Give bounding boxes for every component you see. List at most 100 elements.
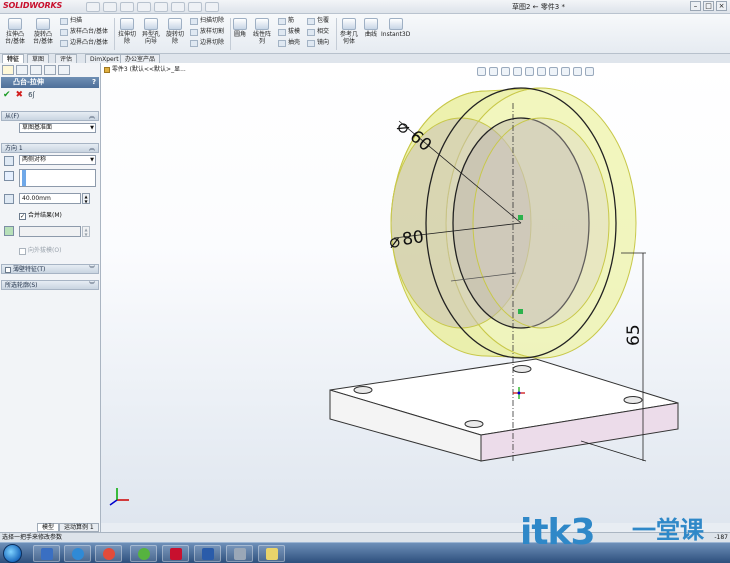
sweep-button[interactable]: 扫描: [60, 17, 82, 25]
handle-green[interactable]: [518, 309, 523, 314]
checkbox-unchecked-icon: [19, 247, 26, 255]
view-triad-icon: [109, 488, 129, 506]
rib-button[interactable]: 筋: [278, 17, 294, 25]
print-icon[interactable]: [137, 2, 151, 12]
maximize-button[interactable]: □: [703, 1, 714, 11]
command-tabs: 特征 草图 评估 DimXpert 办公室产品: [0, 54, 730, 63]
lofted-cut-button[interactable]: 放样切割: [190, 28, 224, 36]
graphics-area[interactable]: 零件3 (默认<<默认>_显... ⌀ 60 ⌀ 80 65: [101, 63, 730, 523]
loft-boss-button[interactable]: 放样凸台/基体: [60, 28, 108, 36]
app-icon: [234, 548, 246, 560]
cancel-x-icon[interactable]: ✖: [16, 91, 24, 100]
reverse-direction-icon[interactable]: [4, 156, 14, 166]
ribbon-separator: [336, 18, 337, 50]
wrap-button[interactable]: 包覆: [307, 17, 329, 25]
draft-on-off-icon[interactable]: [4, 226, 14, 236]
taskbar-app-1[interactable]: [33, 545, 60, 562]
model-view[interactable]: ⌀ 60 ⌀ 80 65: [101, 63, 730, 523]
direction-selection-box[interactable]: [19, 169, 96, 187]
new-file-icon[interactable]: [86, 2, 100, 12]
selected-contours-section-header[interactable]: 所选轮廓(S) ︾: [1, 280, 99, 290]
thin-feature-checkbox[interactable]: [5, 266, 11, 273]
handle-green[interactable]: [518, 215, 523, 220]
chevron-down-icon: ▼: [90, 125, 94, 131]
help-icon[interactable]: ?: [92, 77, 96, 88]
taskbar-app-4[interactable]: [130, 545, 157, 562]
extrude-boss-icon: [8, 18, 23, 30]
curves-icon: [364, 18, 378, 30]
linear-pattern-button[interactable]: 线性阵 列: [253, 18, 271, 45]
intersect-button[interactable]: 相交: [307, 28, 329, 36]
taskbar-app-7[interactable]: [226, 545, 253, 562]
hole-wizard-button[interactable]: 异型孔 向导: [142, 18, 160, 45]
display-manager-tab-icon[interactable]: [58, 65, 70, 75]
dimension-80[interactable]: 80: [401, 227, 425, 250]
shell-button[interactable]: 抽壳: [278, 39, 300, 47]
draft-angle-input[interactable]: [19, 226, 81, 237]
tab-office-products[interactable]: 办公室产品: [120, 54, 161, 63]
instant3d-button[interactable]: Instant3D: [381, 18, 410, 38]
options-icon[interactable]: [205, 2, 219, 12]
minimize-button[interactable]: –: [690, 1, 701, 11]
command-manager-ribbon: 拉伸凸 台/基体 旋转凸 台/基体 扫描 放样凸台/基体 边界凸台/基体 拉伸切…: [0, 14, 730, 54]
watermark-logo: itk3: [520, 512, 596, 553]
end-condition-select[interactable]: 两侧对称 ▼: [19, 155, 96, 165]
ok-check-icon[interactable]: ✔: [3, 91, 11, 100]
boundary-boss-button[interactable]: 边界凸台/基体: [60, 39, 108, 47]
merge-result-checkbox[interactable]: ✓ 合并结果(M): [19, 212, 62, 220]
status-message: 选择一把手来修改参数: [2, 534, 63, 541]
detailed-preview-icon[interactable]: 6ʃ: [28, 91, 35, 100]
depth-icon: [4, 194, 14, 204]
taskbar-word[interactable]: [194, 545, 221, 562]
start-button[interactable]: [3, 544, 22, 563]
plate-hole: [464, 420, 484, 428]
taskbar-app-8[interactable]: [258, 545, 285, 562]
ok-cancel-row: ✔ ✖ 6ʃ: [3, 91, 35, 100]
save-icon[interactable]: [120, 2, 134, 12]
direction1-section-header[interactable]: 方向 1 ︽: [1, 143, 99, 153]
extrude-cut-button[interactable]: 拉伸切 除: [118, 18, 136, 45]
fillet-button[interactable]: 圆角: [233, 18, 247, 38]
reference-geometry-button[interactable]: 参考几 何体: [340, 18, 358, 45]
tab-dimxpert[interactable]: DimXpert: [85, 54, 124, 63]
draft-angle-stepper[interactable]: ▲ ▼: [82, 226, 90, 237]
configuration-manager-tab-icon[interactable]: [30, 65, 42, 75]
revolve-boss-icon: [36, 18, 51, 30]
extrude-boss-button[interactable]: 拉伸凸 台/基体: [5, 18, 25, 45]
select-icon[interactable]: [171, 2, 185, 12]
taskbar-solidworks[interactable]: [162, 545, 189, 562]
base-plate[interactable]: [329, 358, 679, 462]
app-icon: [41, 548, 53, 560]
close-button[interactable]: ×: [716, 1, 727, 11]
dimxpert-manager-tab-icon[interactable]: [44, 65, 56, 75]
curves-button[interactable]: 曲线: [364, 18, 378, 38]
dimension-65[interactable]: 65: [624, 324, 644, 346]
depth-input[interactable]: 40.00mm: [19, 193, 81, 204]
undo-icon[interactable]: [154, 2, 168, 12]
depth-stepper[interactable]: ▲ ▼: [82, 193, 90, 204]
draft-button[interactable]: 拔模: [278, 28, 300, 36]
tab-evaluate[interactable]: 评估: [55, 54, 78, 63]
rebuild-icon[interactable]: [188, 2, 202, 12]
boundary-cut-button[interactable]: 边界切除: [190, 39, 224, 47]
revolve-boss-button[interactable]: 旋转凸 台/基体: [33, 18, 53, 45]
from-start-condition-select[interactable]: 草图基准面 ▼: [19, 123, 96, 133]
open-file-icon[interactable]: [103, 2, 117, 12]
property-manager-tab-icon[interactable]: [16, 65, 28, 75]
mirror-button[interactable]: 镜向: [307, 39, 329, 47]
taskbar-app-3[interactable]: [95, 545, 122, 562]
direction-vector-icon[interactable]: [4, 171, 14, 181]
tab-features[interactable]: 特征: [2, 54, 25, 63]
taskbar-app-2[interactable]: [64, 545, 91, 562]
windows-taskbar: [0, 542, 730, 563]
tab-motion-study[interactable]: 运动算例 1: [59, 523, 99, 532]
revolve-cut-button[interactable]: 旋转切 除: [166, 18, 184, 45]
tab-model[interactable]: 模型: [37, 523, 60, 532]
swept-cut-button[interactable]: 扫描切除: [190, 17, 224, 25]
thin-feature-section-header[interactable]: 薄壁特征(T) ︾: [1, 264, 99, 274]
tab-sketch[interactable]: 草图: [27, 54, 50, 63]
hole-wizard-icon: [144, 18, 158, 30]
from-section-header[interactable]: 从(F) ︽: [1, 111, 99, 121]
feature-manager-tab-icon[interactable]: [2, 65, 14, 75]
draft-outward-checkbox[interactable]: 向外拔模(O): [19, 247, 61, 255]
